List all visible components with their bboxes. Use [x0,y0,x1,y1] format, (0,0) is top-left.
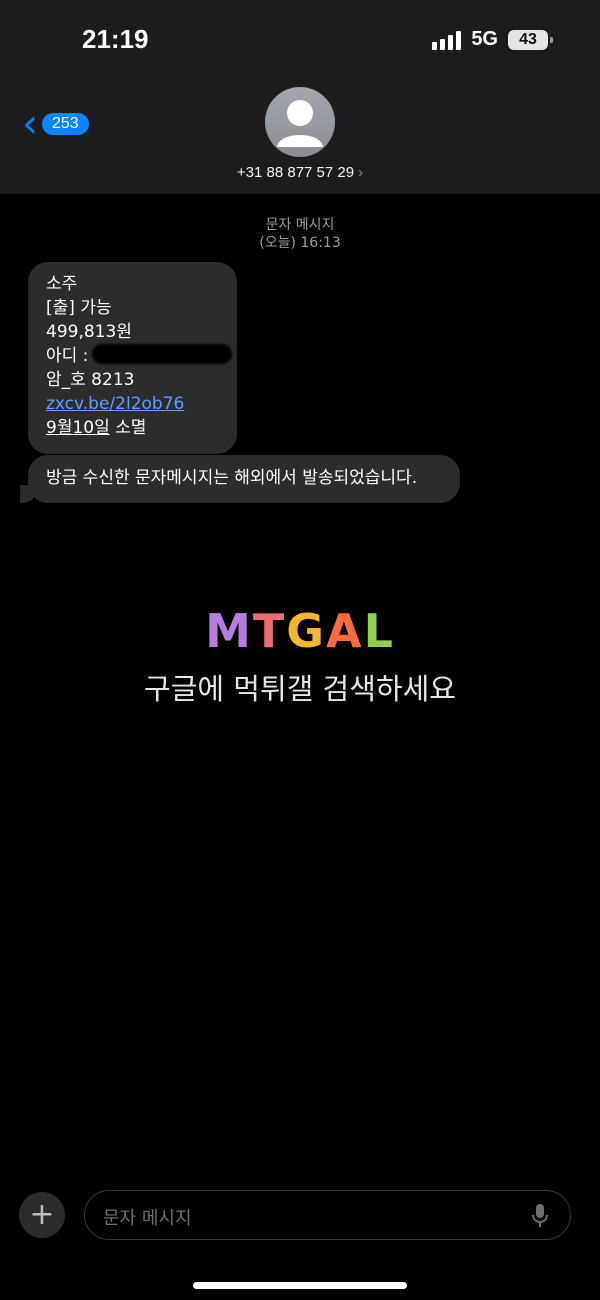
battery-icon: 43 [508,29,553,50]
id-label: 아디 : [46,346,89,366]
overseas-notice: 방금 수신한 문자메시지는 해외에서 발송되었습니다. [46,468,418,488]
message-link[interactable]: zxcv.be/2l2ob76 [46,394,184,414]
redaction-mark [92,344,233,364]
unread-count-badge: 253 [42,113,89,135]
status-time: 21:19 [82,24,149,54]
message-line: 암_호 8213 [46,370,135,390]
message-line: 499,813원 [46,322,132,342]
status-icons: 5G 43 [432,28,553,51]
message-input-placeholder: 문자 메시지 [103,1208,192,1229]
logo-letter: M [205,604,253,658]
avatar-icon[interactable] [265,87,335,157]
chevron-right-icon: › [358,164,364,181]
message-line: 아디 : [46,344,237,368]
message-type-label: 문자 메시지 [265,217,335,233]
signal-icon [432,30,462,50]
plus-icon[interactable]: + [19,1192,65,1238]
expiry-date[interactable]: 9월10일 [46,418,110,438]
message-bubble[interactable]: 방금 수신한 문자메시지는 해외에서 발송되었습니다. [20,455,460,503]
logo-letter: L [363,604,395,658]
header-bar: 21:19 5G 43 ‹ 253 +31 88 877 57 29 › [0,0,600,194]
message-input[interactable]: 문자 메시지 [84,1190,571,1240]
message-line: [출] 가능 [46,298,112,318]
logo-letter: T [252,604,287,658]
back-chevron-icon: ‹ [22,101,38,147]
network-label: 5G [471,28,498,50]
watermark-text: 구글에 먹튀갤 검색하세요 [144,672,456,706]
message-bubble[interactable]: 소주 [출] 가능 499,813원 아디 : 암_호 8213 zxcv.be… [28,262,237,454]
message-line: zxcv.be/2l2ob76 [46,392,237,416]
contact-details-button[interactable]: +31 88 877 57 29 › [0,164,600,181]
logo-letter: A [326,604,364,658]
back-button[interactable]: ‹ 253 [22,104,89,144]
watermark-logo: MTGAL [0,604,600,658]
expiry-suffix: 소멸 [109,418,147,438]
message-line: 9월10일 소멸 [46,416,237,440]
home-indicator [193,1282,407,1289]
message-line: 소주 [46,274,78,294]
mic-icon[interactable] [532,1203,548,1229]
message-timestamp: (오늘) 16:13 [259,235,341,251]
contact-number: +31 88 877 57 29 [236,164,355,181]
logo-letter: G [286,604,326,658]
